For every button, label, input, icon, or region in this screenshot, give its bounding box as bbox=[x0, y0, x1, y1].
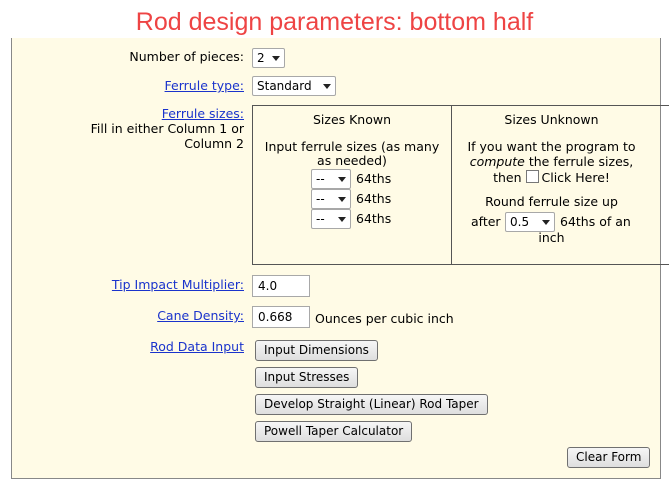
round-up-unit: 64ths of an bbox=[560, 214, 631, 229]
round-up-select[interactable]: 0.5 bbox=[505, 212, 555, 232]
chevron-down-icon bbox=[323, 84, 331, 89]
sizes-unknown-line1: If you want the program to bbox=[467, 139, 636, 154]
after-label: after bbox=[471, 214, 501, 229]
tip-impact-link[interactable]: Tip Impact Multiplier: bbox=[112, 277, 244, 292]
chevron-down-icon bbox=[272, 56, 280, 61]
ferrule-size-select-2[interactable]: -- bbox=[311, 189, 351, 209]
compute-emphasis: compute bbox=[469, 154, 525, 169]
ferrule-size-select-3[interactable]: -- bbox=[311, 209, 351, 229]
clear-form-button[interactable]: Clear Form bbox=[567, 447, 651, 468]
ferrule-size-select-1[interactable]: -- bbox=[311, 169, 351, 189]
powell-taper-calculator-button[interactable]: Powell Taper Calculator bbox=[255, 421, 413, 442]
sizes-known-header: Sizes Known bbox=[312, 112, 392, 127]
chevron-down-icon bbox=[338, 197, 346, 202]
pieces-select-value: 2 bbox=[257, 51, 265, 65]
ferrule-size-unit: 64ths bbox=[356, 191, 392, 206]
then-label: then bbox=[493, 170, 522, 185]
ferrule-type-select[interactable]: Standard bbox=[252, 76, 336, 96]
round-up-select-value: 0.5 bbox=[510, 215, 530, 229]
ferrule-sizes-hint-line2: Column 2 bbox=[184, 136, 244, 151]
cane-density-input[interactable]: 0.668 bbox=[252, 306, 310, 328]
compute-checkbox-row: then Click Here! bbox=[452, 170, 651, 185]
round-up-line1: Round ferrule size up bbox=[485, 194, 618, 209]
develop-linear-taper-button[interactable]: Develop Straight (Linear) Rod Taper bbox=[255, 394, 488, 415]
ferrule-sizes-hint-line1: Fill in either Column 1 or bbox=[90, 121, 244, 136]
compute-checkbox-label: Click Here! bbox=[541, 170, 610, 185]
chevron-down-icon bbox=[338, 217, 346, 222]
ferrule-size-unit: 64ths bbox=[356, 171, 392, 186]
compute-checkbox[interactable] bbox=[525, 170, 539, 183]
sizes-unknown-header: Sizes Unknown bbox=[504, 112, 599, 127]
page-banner-title: Rod design parameters: bottom half bbox=[135, 8, 534, 36]
input-stresses-button[interactable]: Input Stresses bbox=[255, 367, 359, 388]
ferrule-size-select-value: -- bbox=[316, 172, 325, 186]
sizes-unknown-line2: compute the ferrule sizes, bbox=[452, 154, 651, 169]
sizes-unknown-line2-rest: the ferrule sizes, bbox=[524, 154, 634, 169]
ferrule-size-select-value: -- bbox=[316, 192, 325, 206]
ferrule-type-value: Standard bbox=[257, 79, 312, 93]
rod-data-input-link[interactable]: Rod Data Input bbox=[150, 339, 244, 354]
chevron-down-icon bbox=[338, 177, 346, 182]
form-panel: Number of pieces: 2 Ferrule type: Standa… bbox=[11, 38, 669, 479]
round-up-tail: inch bbox=[538, 230, 565, 245]
ferrule-size-select-value: -- bbox=[316, 212, 325, 226]
cane-density-link[interactable]: Cane Density: bbox=[157, 308, 244, 323]
tip-impact-input[interactable]: 4.0 bbox=[252, 275, 310, 297]
sizes-known-instruction-line2: as needed) bbox=[317, 153, 387, 168]
pieces-label: Number of pieces: bbox=[129, 49, 244, 64]
pieces-select[interactable]: 2 bbox=[252, 48, 285, 68]
chevron-down-icon bbox=[542, 220, 550, 225]
ferrule-sizes-link[interactable]: Ferrule sizes: bbox=[162, 106, 244, 121]
ferrule-sizes-table: Sizes Known Input ferrule sizes (as many… bbox=[252, 105, 669, 265]
cane-density-unit: Ounces per cubic inch bbox=[315, 311, 454, 326]
ferrule-type-link[interactable]: Ferrule type: bbox=[165, 78, 244, 93]
ferrule-size-unit: 64ths bbox=[356, 211, 392, 226]
input-dimensions-button[interactable]: Input Dimensions bbox=[255, 340, 378, 361]
sizes-known-instruction-line1: Input ferrule sizes (as many bbox=[264, 139, 440, 154]
